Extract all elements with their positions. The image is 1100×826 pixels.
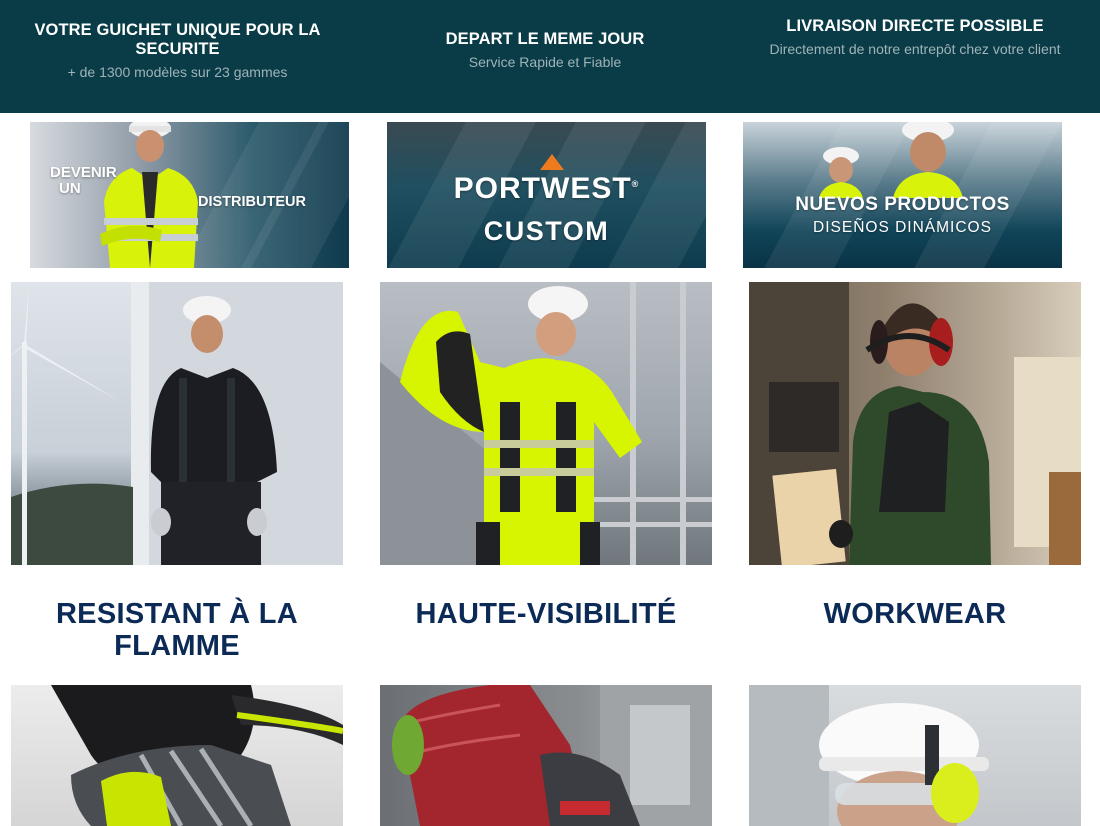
flame-resistant-photo [11,282,343,565]
category-image-workwear[interactable] [749,282,1081,565]
head-protection-photo [749,685,989,826]
portwest-logo: PORTWEST® [387,172,706,206]
logo-wordmark: PORTWEST [453,172,632,205]
feature-direct-delivery: LIVRAISON DIRECTE POSSIBLE Directement d… [740,17,1090,62]
promo-label: CUSTOM [483,216,610,246]
workwear-photo [749,282,1081,565]
portwest-logo-icon [540,154,564,170]
category-image-footwear[interactable] [11,685,343,826]
promo-subtitle: DISEÑOS DINÁMICOS [813,219,992,236]
feature-same-day-dispatch: DEPART LE MEME JOUR Service Rapide et Fi… [390,30,700,75]
workers-photo [819,122,963,198]
promo-title: NUEVOS PRODUCTOS [795,194,1010,215]
gloves-photo [392,685,712,826]
category-title-hi-vis[interactable]: HAUTE-VISIBILITÉ [380,598,712,630]
category-image-flame-resistant[interactable] [11,282,343,565]
promo-portwest-custom[interactable]: PORTWEST® CUSTOM [387,122,706,268]
category-title-flame-resistant[interactable]: RESISTANT À LA FLAMME [11,598,343,662]
hi-vis-photo [380,282,712,565]
features-bar: VOTRE GUICHET UNIQUE POUR LA SECURITE + … [0,0,1100,113]
feature-subtitle: Directement de notre entrepôt chez votre… [769,41,1061,57]
trademark: ® [631,179,640,189]
promo-become-distributor[interactable]: DEVENIR UN DISTRIBUTEUR [30,122,349,268]
promo-line: UN [59,180,81,197]
feature-title: LIVRAISON DIRECTE POSSIBLE [786,17,1044,35]
feature-title: VOTRE GUICHET UNIQUE POUR LA SECURITE [34,21,321,58]
promo-text: DEVENIR UN [50,165,117,197]
category-image-head-protection[interactable] [749,685,1081,826]
promo-text: DISTRIBUTEUR [198,194,306,210]
category-image-gloves[interactable] [380,685,712,826]
category-title-workwear[interactable]: WORKWEAR [749,598,1081,630]
category-image-hi-vis[interactable] [380,282,712,565]
feature-subtitle: + de 1300 modèles sur 23 gammes [67,64,288,80]
feature-title: DEPART LE MEME JOUR [445,30,645,48]
footwear-photo [51,685,343,826]
feature-subtitle: Service Rapide et Fiable [468,54,622,70]
feature-one-stop-shop: VOTRE GUICHET UNIQUE POUR LA SECURITE + … [20,21,335,85]
promo-new-products[interactable]: NUEVOS PRODUCTOS DISEÑOS DINÁMICOS [743,122,1062,268]
promo-line: DEVENIR [50,164,117,181]
